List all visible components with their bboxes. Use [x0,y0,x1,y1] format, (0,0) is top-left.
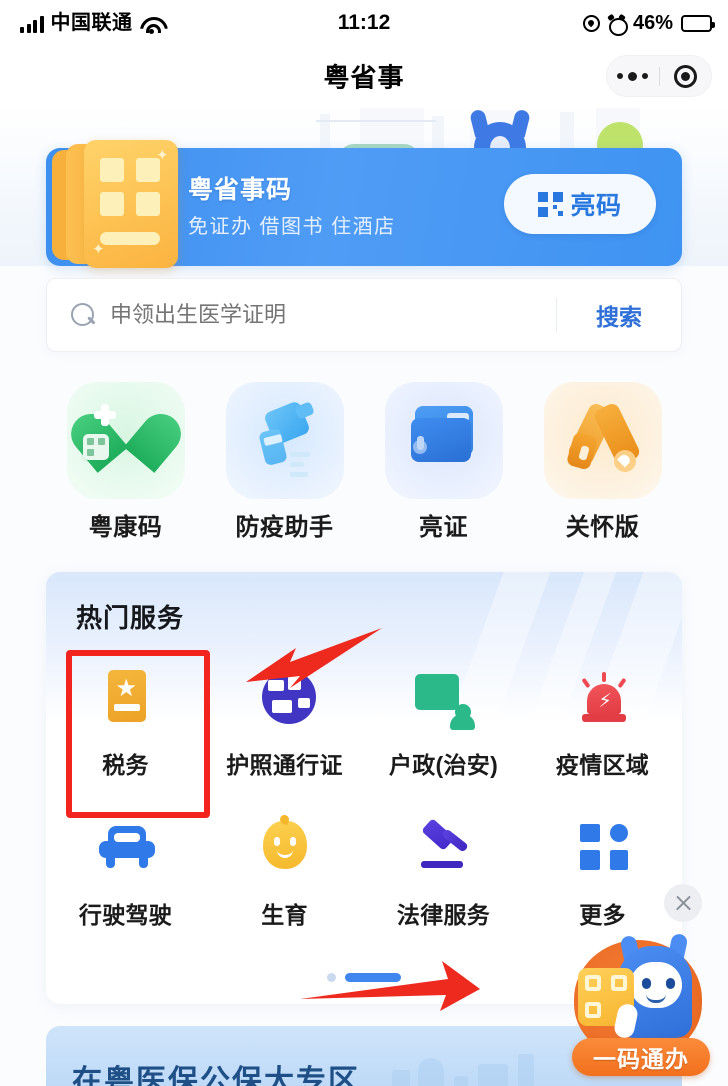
wifi-icon [140,16,162,34]
promo-pill-label: 一码通办 [593,1046,689,1072]
hot-service-label: 护照通行证 [226,752,343,778]
show-code-button[interactable]: 亮码 [504,174,656,234]
clock-label: 11:12 [337,11,391,34]
quick-action-epidemic-assistant[interactable]: 防疫助手 [205,382,364,542]
hot-service-driving[interactable]: 行驶驾驶 [46,800,205,950]
orange-ribbon-care-icon [543,382,662,499]
hot-service-label: 税务 [102,752,149,778]
quick-action-health-code[interactable]: 粤康码 [46,382,205,542]
bottom-banner-text: 在粤医保公保大专区 [72,1065,360,1086]
battery-icon [681,14,715,32]
hot-service-label: 行驶驾驶 [78,902,173,928]
hot-services-title: 热门服务 [76,603,185,633]
hot-services-grid: ★ 税务 护照通行证 户政(治安) ⚡ 疫情区域 行驶驾驶 生育 法律服务 更多 [46,650,682,950]
page-title: 粤省事 [323,62,405,93]
banner-title: 粤省事码 [188,176,293,204]
location-icon [582,14,600,32]
blue-grid-more-icon [572,818,634,880]
quick-actions-row: 粤康码 防疫助手 亮证 关怀版 [46,382,682,542]
show-code-button-label: 亮码 [570,192,622,220]
mascot-eye-left [642,978,651,989]
quick-action-care-version[interactable]: 关怀版 [523,382,682,542]
purple-globe-passport-icon [254,668,316,730]
search-input[interactable] [110,302,556,328]
quick-action-show-license[interactable]: 亮证 [364,382,523,542]
promo-pill-button[interactable]: 一码通办 [572,1038,710,1076]
hot-service-label: 疫情区域 [555,752,650,778]
red-siren-epidemic-icon: ⚡ [572,668,634,730]
qr-code-icon [538,191,564,217]
hot-service-birth[interactable]: 生育 [205,800,364,950]
hot-service-legal[interactable]: 法律服务 [364,800,523,950]
orange-qr-card-icon: ✦ ✦ [84,140,178,268]
alarm-icon [607,13,628,36]
app-screen: 中国联通 11:12 46% 粤省事 粤省事码 免证办 借图书 住酒店 亮码 ✦… [0,0,728,1086]
floating-promo-widget[interactable]: 一码通办 [566,884,716,1078]
pagination-dot-1[interactable] [327,973,336,982]
yellow-baby-face-icon [254,813,316,880]
search-icon [71,302,96,328]
quick-action-label: 亮证 [419,514,468,541]
hot-service-label: 户政(治安) [388,752,499,778]
battery-percent-label: 46% [632,11,673,34]
search-button[interactable]: 搜索 [557,298,681,332]
status-left: 中国联通 [20,12,162,34]
hot-service-label: 生育 [261,902,308,928]
hot-service-label: 更多 [579,902,626,928]
search-bar[interactable]: 搜索 [46,278,682,352]
hot-service-passport[interactable]: 护照通行证 [205,650,364,800]
nav-bar: 粤省事 [0,46,728,106]
close-icon[interactable] [664,884,702,922]
wechat-capsule[interactable] [606,55,712,97]
blue-car-icon [95,818,157,880]
quick-action-label: 关怀版 [565,514,640,541]
hot-service-epidemic-zone[interactable]: ⚡ 疫情区域 [523,650,682,800]
green-heart-health-code-icon [66,382,185,499]
pagination-dot-2-active[interactable] [345,973,401,982]
banner-subtitle: 免证办 借图书 住酒店 [188,216,396,238]
status-right: 46% [582,11,715,36]
status-bar: 中国联通 11:12 46% [0,0,728,46]
tax-star-card-icon: ★ [95,668,157,730]
quick-action-label: 防疫助手 [235,514,334,541]
hot-service-label: 法律服务 [396,902,491,928]
hot-service-household[interactable]: 户政(治安) [364,650,523,800]
purple-gavel-icon [413,818,475,880]
more-dots-icon[interactable] [607,71,659,81]
green-household-person-icon [413,668,475,730]
blue-thermometer-gun-icon [225,382,344,499]
hot-service-tax[interactable]: ★ 税务 [46,650,205,800]
carrier-label: 中国联通 [50,12,133,34]
target-circle-icon[interactable] [660,64,712,88]
mascot-eye-right [666,978,675,989]
quick-action-label: 粤康码 [88,514,163,541]
blue-wallet-icon [384,382,503,499]
signal-bars-icon [20,15,44,33]
hot-services-row-1: ★ 税务 护照通行证 户政(治安) ⚡ 疫情区域 [46,650,682,800]
